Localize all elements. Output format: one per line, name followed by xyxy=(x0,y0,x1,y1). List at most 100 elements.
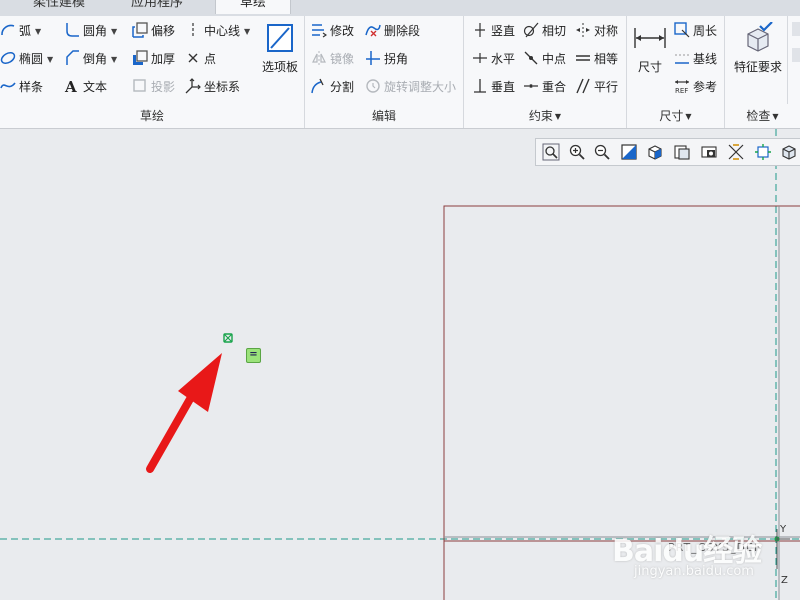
baseline-icon xyxy=(674,50,690,66)
group-label-dimension-text: 尺寸 xyxy=(659,109,684,123)
annotation-arrow-icon xyxy=(146,353,222,473)
ellipse-dropdown-icon[interactable]: ▼ xyxy=(47,55,53,64)
symmetric-constraint-icon xyxy=(575,22,591,38)
midpoint-constraint-button[interactable]: 中点 xyxy=(523,49,566,69)
coincident-constraint-label: 重合 xyxy=(542,80,567,94)
text-button[interactable]: A 文本 xyxy=(64,77,107,97)
mirror-icon xyxy=(311,50,327,66)
ellipse-icon xyxy=(0,50,16,66)
palette-label: 选项板 xyxy=(261,60,298,74)
repaint-icon[interactable] xyxy=(620,143,638,161)
tab-flexible-modeling[interactable]: 柔性建模 xyxy=(14,0,104,14)
delete-segment-label: 删除段 xyxy=(384,24,421,38)
chamfer-button[interactable]: 倒角 ▼ xyxy=(64,49,117,69)
vertical-constraint-label: 竖直 xyxy=(491,24,516,38)
palette-button[interactable]: 选项板 xyxy=(258,22,302,75)
midpoint-constraint-label: 中点 xyxy=(542,52,567,66)
fillet-button[interactable]: 圆角 ▼ xyxy=(64,21,117,41)
symmetric-constraint-button[interactable]: 对称 xyxy=(575,21,618,41)
overflow-icon[interactable] xyxy=(792,22,800,36)
mirror-button[interactable]: 镜像 xyxy=(311,49,354,69)
chamfer-dropdown-icon[interactable]: ▼ xyxy=(111,55,117,64)
tab-sketch[interactable]: 草绘 xyxy=(215,0,291,14)
palette-icon xyxy=(267,24,293,52)
feature-requirements-button[interactable]: 特征要求 xyxy=(730,22,786,75)
equal-constraint-badge[interactable]: = xyxy=(246,348,261,363)
perpendicular-constraint-button[interactable]: 垂直 xyxy=(472,77,515,97)
rotate-resize-icon xyxy=(365,78,381,94)
offset-button[interactable]: 偏移 xyxy=(132,21,175,41)
thicken-label: 加厚 xyxy=(151,52,176,66)
equal-constraint-button[interactable]: 相等 xyxy=(575,49,618,69)
horizontal-constraint-button[interactable]: 水平 xyxy=(472,49,515,69)
group-label-inspect-text: 检查 xyxy=(746,109,771,123)
group-label-constrain[interactable]: 约束 ▼ xyxy=(464,107,626,125)
coincident-constraint-button[interactable]: 重合 xyxy=(523,77,566,97)
zoom-in-icon[interactable] xyxy=(568,143,586,161)
project-button[interactable]: 投影 xyxy=(132,77,175,97)
saved-orientations-icon[interactable] xyxy=(646,143,664,161)
point-icon xyxy=(185,50,201,66)
equal-constraint-label: 相等 xyxy=(594,52,619,66)
tab-applications[interactable]: 应用程序 xyxy=(112,0,202,14)
perpendicular-constraint-label: 垂直 xyxy=(491,80,516,94)
group-label-dimension[interactable]: 尺寸 ▼ xyxy=(627,107,724,125)
reference-button[interactable]: REF 参考 xyxy=(674,77,717,97)
overflow-icon[interactable] xyxy=(792,48,800,62)
divide-button[interactable]: 分割 xyxy=(311,77,354,97)
thicken-icon xyxy=(132,50,148,66)
arc-dropdown-icon[interactable]: ▼ xyxy=(35,27,41,36)
arc-button[interactable]: 弧 ▼ xyxy=(0,21,41,41)
thicken-button[interactable]: 加厚 xyxy=(132,49,175,69)
chevron-down-icon: ▼ xyxy=(554,112,562,121)
group-label-edit: 编辑 xyxy=(371,109,396,123)
modify-button[interactable]: 修改 xyxy=(311,21,354,41)
midpoint-constraint-icon xyxy=(523,50,539,66)
perimeter-icon xyxy=(674,22,690,38)
parallel-constraint-button[interactable]: 平行 xyxy=(575,77,618,97)
vertical-constraint-button[interactable]: 竖直 xyxy=(472,21,515,41)
sketch-view-icon[interactable] xyxy=(754,143,772,161)
coordsys-button[interactable]: 坐标系 xyxy=(185,77,240,97)
equal-constraint-icon xyxy=(575,50,591,66)
dimension-button[interactable]: 尺寸 xyxy=(632,22,668,75)
view-manager-icon[interactable] xyxy=(673,143,691,161)
group-label-sketch: 草绘 xyxy=(139,109,164,123)
zoom-out-icon[interactable] xyxy=(593,143,611,161)
display-constraints-icon[interactable] xyxy=(727,143,745,161)
horizontal-constraint-label: 水平 xyxy=(491,52,516,66)
corner-button[interactable]: 拐角 xyxy=(365,49,408,69)
arc-label: 弧 xyxy=(19,24,32,38)
centerline-dropdown-icon[interactable]: ▼ xyxy=(244,27,250,36)
point-label: 点 xyxy=(204,52,217,66)
parallel-constraint-label: 平行 xyxy=(594,80,619,94)
tangent-constraint-icon xyxy=(523,22,539,38)
ellipse-button[interactable]: 椭圆 ▼ xyxy=(0,49,53,69)
chevron-down-icon: ▼ xyxy=(772,112,779,121)
perimeter-label: 周长 xyxy=(693,24,718,38)
dimension-label: 尺寸 xyxy=(637,60,662,74)
point-button[interactable]: 点 xyxy=(185,49,216,69)
tangent-constraint-button[interactable]: 相切 xyxy=(523,21,566,41)
display-style-icon[interactable] xyxy=(780,143,798,161)
perspective-view-icon[interactable] xyxy=(700,143,718,161)
delete-segment-button[interactable]: 删除段 xyxy=(365,21,420,41)
perimeter-button[interactable]: 周长 xyxy=(674,21,717,41)
baidu-watermark: Baidu经验 jingyan.baidu.com xyxy=(612,508,792,588)
centerline-button[interactable]: 中心线 ▼ xyxy=(185,21,250,41)
coordinate-system-icon xyxy=(185,78,201,94)
baseline-button[interactable]: 基线 xyxy=(674,49,717,69)
group-label-inspect[interactable]: 检查 ▼ xyxy=(725,107,800,125)
graphics-toolbar xyxy=(535,138,800,166)
horizontal-constraint-icon xyxy=(472,50,488,66)
modify-label: 修改 xyxy=(330,24,355,38)
fillet-dropdown-icon[interactable]: ▼ xyxy=(111,27,117,36)
project-icon xyxy=(132,78,148,94)
rotate-resize-button[interactable]: 旋转调整大小 xyxy=(365,77,456,97)
group-separator xyxy=(787,16,788,104)
sketch-point-icon[interactable] xyxy=(223,333,233,343)
divide-label: 分割 xyxy=(330,80,355,94)
refit-icon[interactable] xyxy=(542,143,560,161)
chamfer-icon xyxy=(64,50,80,66)
spline-button[interactable]: 样条 xyxy=(0,77,43,97)
